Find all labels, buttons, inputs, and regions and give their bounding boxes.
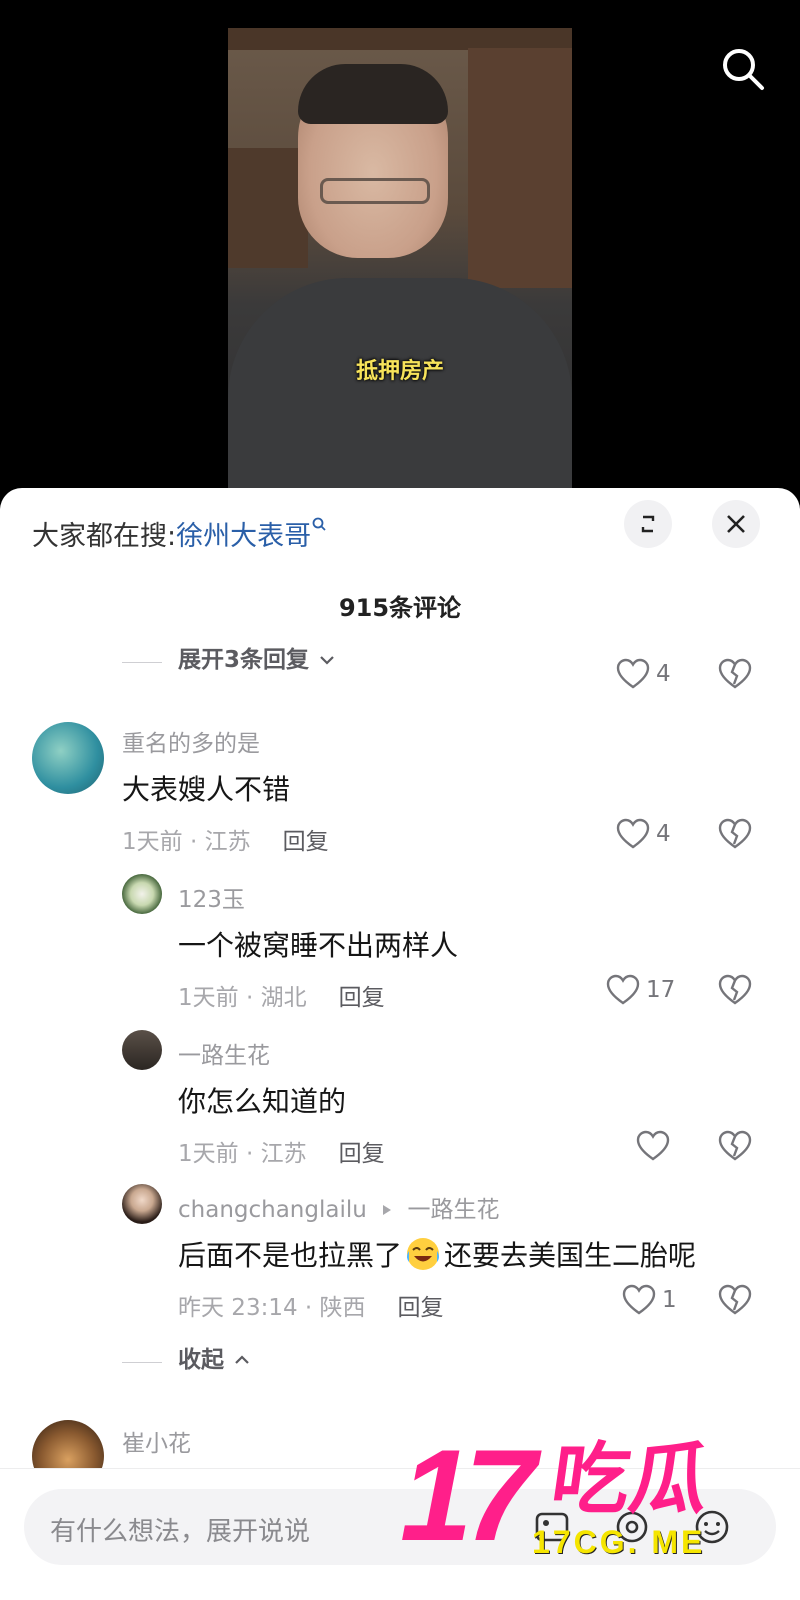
like-button[interactable] xyxy=(636,1130,676,1162)
video-frame[interactable]: 抵押房产 xyxy=(228,28,572,488)
shelf xyxy=(228,148,308,268)
broken-heart-icon xyxy=(718,974,752,1005)
comment-meta: 1天前 · 江苏 xyxy=(178,1141,307,1167)
comment-meta: 昨天 23:14 · 陕西 xyxy=(178,1295,366,1321)
like-button[interactable]: 1 xyxy=(622,1284,677,1316)
search-button[interactable] xyxy=(718,44,768,94)
comment-text: 还要去美国生二胎呢 xyxy=(444,1239,697,1272)
search-icon xyxy=(723,49,764,90)
heart-icon xyxy=(622,1284,656,1315)
comment-meta: 1天前 · 湖北 xyxy=(178,985,307,1011)
glasses xyxy=(320,178,430,204)
reply-arrow-icon xyxy=(383,1205,392,1215)
video-subtitle: 抵押房产 xyxy=(355,359,444,384)
like-count: 4 xyxy=(656,661,671,687)
watermark-chars: 吃瓜 xyxy=(545,1435,715,1525)
search-small-icon xyxy=(312,517,326,531)
avatar[interactable] xyxy=(122,1030,162,1070)
comment-author[interactable]: 重名的多的是 xyxy=(122,724,260,758)
like-count: 1 xyxy=(662,1287,677,1313)
avatar[interactable] xyxy=(32,722,104,794)
reply-button[interactable]: 回复 xyxy=(339,985,385,1011)
divider-line xyxy=(122,662,162,663)
dislike-button[interactable] xyxy=(718,818,752,854)
collapse-replies[interactable]: 收起 xyxy=(122,1340,251,1374)
comment-text: 后面不是也拉黑了 xyxy=(178,1239,403,1272)
expand-replies-label: 展开3条回复 xyxy=(178,647,310,673)
comment-meta: 1天前 · 江苏 xyxy=(122,829,251,855)
trending-search[interactable]: 大家都在搜:徐州大表哥 xyxy=(32,514,327,553)
comment-count: 915条评论 xyxy=(338,594,462,622)
like-count: 4 xyxy=(656,821,671,847)
heart-icon xyxy=(616,818,650,849)
comment-text-row: 后面不是也拉黑了 还要去美国生二胎呢 xyxy=(178,1234,696,1274)
close-button[interactable] xyxy=(712,500,760,548)
comment-author[interactable]: 崔小花 xyxy=(122,1424,191,1458)
like-button[interactable]: 4 xyxy=(616,818,671,850)
chevron-up-icon xyxy=(235,1355,249,1364)
collapse-label: 收起 xyxy=(178,1347,224,1373)
broken-heart-icon xyxy=(718,818,752,849)
shelf xyxy=(468,48,572,288)
comment-text: 一个被窝睡不出两样人 xyxy=(178,929,459,962)
comment-meta-row: 昨天 23:14 · 陕西 回复 xyxy=(178,1288,444,1322)
comments-sheet: 大家都在搜:徐州大表哥 915条评论 展开3条回复 4 重名的多的是 大表嫂人不… xyxy=(0,488,800,1600)
person-hair xyxy=(298,64,448,124)
close-icon xyxy=(727,515,745,533)
dislike-button[interactable] xyxy=(718,1130,752,1166)
expand-button[interactable] xyxy=(624,500,672,548)
reply-button[interactable]: 回复 xyxy=(398,1295,444,1321)
reply-button[interactable]: 回复 xyxy=(339,1141,385,1167)
broken-heart-icon xyxy=(718,1130,752,1161)
broken-heart-icon xyxy=(718,658,752,689)
avatar[interactable] xyxy=(122,874,162,914)
divider-line xyxy=(122,1362,162,1363)
like-button[interactable]: 17 xyxy=(606,974,675,1006)
reply-button[interactable]: 回复 xyxy=(283,829,329,855)
reply-author-row: changchanglailu 一路生花 xyxy=(178,1190,499,1224)
video-area[interactable]: 抵押房产 xyxy=(0,0,800,490)
heart-icon xyxy=(636,1130,670,1161)
comment-author[interactable]: changchanglailu xyxy=(178,1197,367,1223)
avatar[interactable] xyxy=(122,1184,162,1224)
heart-icon xyxy=(606,974,640,1005)
heart-icon xyxy=(616,658,650,689)
comment-input-placeholder: 有什么想法，展开说说 xyxy=(50,1517,311,1547)
expand-icon xyxy=(641,515,655,533)
dislike-button[interactable] xyxy=(718,658,752,694)
shelf xyxy=(228,28,572,50)
watermark-logo: 17 吃瓜 17CG. ME xyxy=(400,1430,760,1580)
comment-meta-row: 1天前 · 湖北 回复 xyxy=(178,978,385,1012)
reply-target[interactable]: 一路生花 xyxy=(407,1197,499,1223)
comment-text: 大表嫂人不错 xyxy=(122,773,291,806)
comment-author[interactable]: 一路生花 xyxy=(178,1036,270,1070)
comment-author[interactable]: 123玉 xyxy=(178,880,245,914)
trending-keyword[interactable]: 徐州大表哥 xyxy=(176,521,311,552)
like-button[interactable]: 4 xyxy=(616,658,671,690)
dislike-button[interactable] xyxy=(718,974,752,1010)
dislike-button[interactable] xyxy=(718,1284,752,1320)
cry-laugh-emoji-icon xyxy=(407,1238,440,1270)
watermark-number: 17 xyxy=(400,1422,537,1568)
comment-meta-row: 1天前 · 江苏 回复 xyxy=(178,1134,385,1168)
watermark-url: 17CG. ME xyxy=(532,1524,706,1560)
trending-prefix: 大家都在搜: xyxy=(32,521,177,552)
comment-meta-row: 1天前 · 江苏 回复 xyxy=(122,822,329,856)
expand-replies[interactable]: 展开3条回复 xyxy=(122,640,336,674)
comment-text: 你怎么知道的 xyxy=(178,1085,347,1118)
chevron-down-icon xyxy=(320,656,334,665)
broken-heart-icon xyxy=(718,1284,752,1315)
like-count: 17 xyxy=(646,977,676,1003)
